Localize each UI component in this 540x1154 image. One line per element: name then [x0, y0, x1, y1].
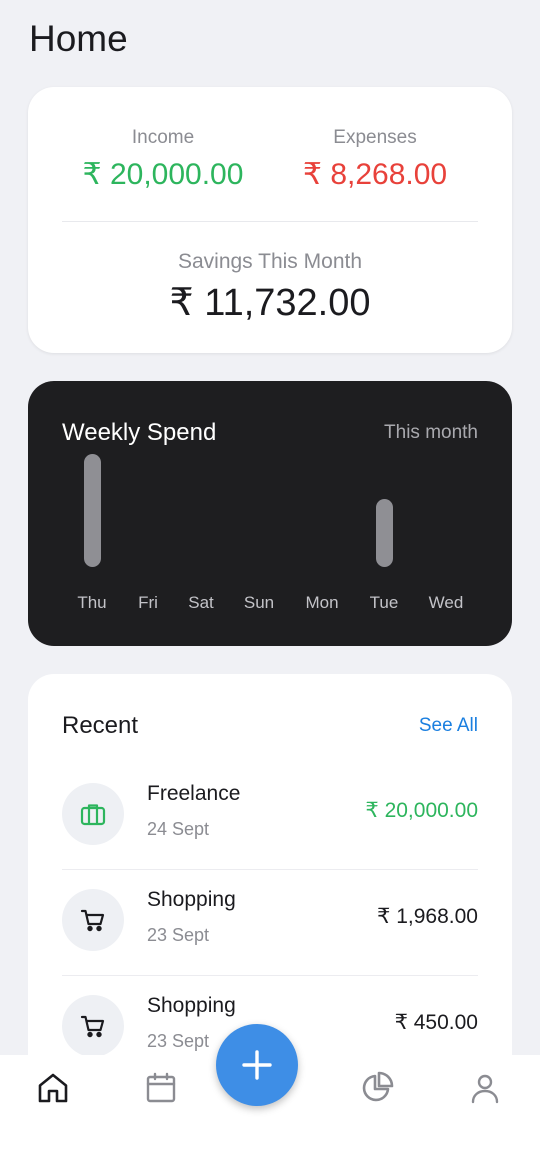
day-column-sat: Sat — [176, 453, 226, 613]
day-column-wed: Wed — [421, 453, 471, 613]
transaction-row[interactable]: Freelance 24 Sept ₹ 20,000.00 — [62, 764, 478, 870]
day-column-mon: Mon — [297, 453, 347, 613]
day-column-sun: Sun — [234, 453, 284, 613]
income-value: ₹ 20,000.00 — [82, 158, 244, 191]
day-label: Fri — [138, 593, 158, 612]
page-title: Home — [29, 18, 128, 59]
expenses-value: ₹ 8,268.00 — [302, 158, 448, 191]
income-label: Income — [131, 127, 195, 148]
transaction-date: 23 Sept — [147, 925, 210, 945]
transaction-name: Shopping — [147, 994, 236, 1017]
day-label: Mon — [305, 593, 339, 612]
nav-home[interactable] — [28, 1063, 78, 1113]
income-stat: Income ₹ 20,000.00 — [68, 127, 258, 192]
nav-stats[interactable] — [352, 1063, 402, 1113]
transaction-row[interactable]: Shopping 23 Sept ₹ 1,968.00 — [62, 870, 478, 976]
profile-icon — [471, 1074, 499, 1104]
cart-icon — [80, 909, 105, 932]
briefcase-icon — [80, 804, 106, 826]
day-label: Tue — [369, 593, 399, 612]
cart-icon — [80, 1015, 105, 1038]
transaction-date: 24 Sept — [147, 819, 210, 839]
transaction-amount: ₹ 1,968.00 — [377, 905, 478, 928]
nav-profile[interactable] — [460, 1063, 510, 1113]
add-icon — [242, 1050, 272, 1080]
weekly-spend-title: Weekly Spend — [62, 419, 217, 446]
transaction-icon-wrap — [62, 889, 124, 951]
transaction-amount: ₹ 20,000.00 — [365, 799, 478, 822]
calendar-icon — [146, 1072, 176, 1103]
savings-stat: Savings This Month ₹ 11,732.00 — [28, 250, 512, 325]
day-label: Wed — [428, 593, 464, 612]
savings-label: Savings This Month — [177, 250, 363, 273]
day-bar — [83, 454, 101, 567]
day-bar — [375, 499, 393, 567]
transaction-name: Freelance — [147, 782, 241, 805]
expenses-stat: Expenses ₹ 8,268.00 — [280, 127, 470, 192]
recent-card: Recent See All Freelance 24 Sept ₹ 20,00… — [28, 674, 512, 1074]
transaction-icon-wrap — [62, 995, 124, 1057]
transaction-date: 23 Sept — [147, 1031, 210, 1051]
day-label: Sat — [188, 593, 214, 612]
summary-card: Income ₹ 20,000.00 Expenses ₹ 8,268.00 S… — [28, 87, 512, 353]
transaction-icon-wrap — [62, 783, 124, 845]
day-column-tue: Tue — [359, 453, 409, 613]
pie-chart-icon — [362, 1071, 394, 1102]
transaction-amount: ₹ 450.00 — [394, 1011, 478, 1034]
expenses-label: Expenses — [333, 127, 417, 148]
savings-value: ₹ 11,732.00 — [169, 282, 371, 324]
weekly-spend-range: This month — [384, 422, 478, 443]
add-transaction-button[interactable] — [216, 1024, 298, 1106]
summary-divider — [62, 221, 478, 222]
weekly-spend-card: Weekly Spend This month Thu Fri Sat Sun … — [28, 381, 512, 646]
recent-title: Recent — [62, 712, 139, 739]
day-label: Thu — [77, 593, 107, 612]
nav-calendar[interactable] — [136, 1063, 186, 1113]
day-column-fri: Fri — [123, 453, 173, 613]
day-label: Sun — [243, 593, 275, 612]
home-icon — [38, 1073, 68, 1103]
day-column-thu: Thu — [67, 453, 117, 613]
transaction-name: Shopping — [147, 888, 236, 911]
see-all-link[interactable]: See All — [419, 715, 478, 737]
